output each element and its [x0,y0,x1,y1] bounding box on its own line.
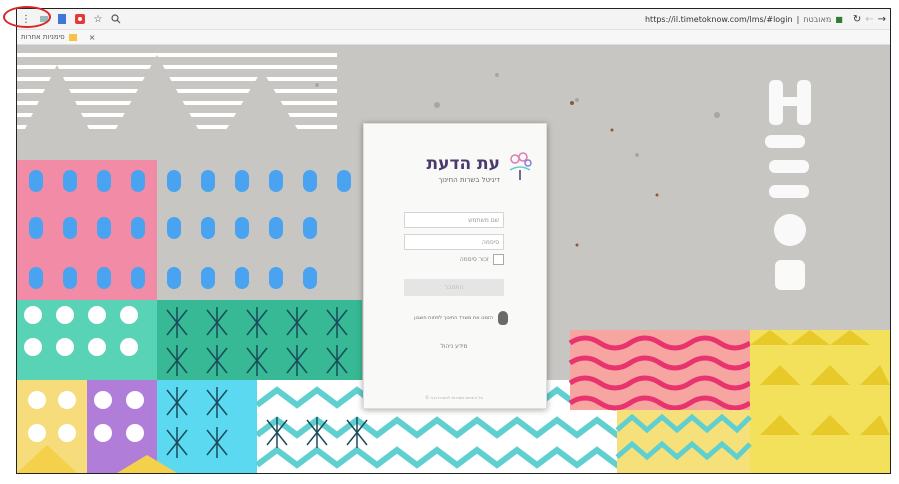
url-separator: | [796,14,800,24]
username-field[interactable]: שם משתמש [404,212,504,228]
remember-label: זכור סיסמה [459,255,489,263]
secure-label: מאובטח [803,14,832,24]
url-text[interactable]: https://il.timetoknow.com/lms/#login [645,15,793,24]
password-field[interactable]: סיסמה [404,234,504,250]
flower-logo-icon [509,152,532,180]
logo-subtitle: דיגיטל בשרות החינוך [438,176,500,184]
remember-row: זכור סיסמה [404,253,504,265]
remember-checkbox[interactable] [493,253,504,265]
owl-icon [498,311,508,325]
tab-close-icon[interactable]: × [89,33,96,42]
lock-icon: ■ [835,14,843,24]
login-button[interactable]: התחבר [404,279,504,296]
back-icon[interactable]: → [878,14,886,25]
support-link[interactable]: מידע ניהול [404,343,504,350]
forward-icon[interactable]: ← [865,14,873,25]
browser-window: ⋮ ☆ https://il.timetoknow.com/lms/#login… [16,8,891,474]
login-panel: עת הדעת דיגיטל בשרות החינוך שם משתמש סיס… [363,123,547,409]
reload-icon[interactable]: ↻ [853,14,861,25]
document-icon[interactable] [55,12,69,26]
bookmark-other[interactable]: סימניות אחרות [21,33,65,41]
annotation-circle [3,6,51,28]
browser-toolbar: ⋮ ☆ https://il.timetoknow.com/lms/#login… [17,9,890,30]
ministry-link-row[interactable]: הזמנו את משרד החינוך לפתוח חשבון [408,311,508,325]
address-bar[interactable]: https://il.timetoknow.com/lms/#login | מ… [645,14,890,25]
footer-text: © כל הזכויות שמורות לחברת ת.ה [425,395,483,400]
search-icon[interactable] [109,12,123,26]
bookmark-star-icon[interactable]: ☆ [91,12,105,26]
ministry-link-text[interactable]: הזמנו את משרד החינוך לפתוח חשבון [414,315,493,321]
page-content: עת הדעת דיגיטל בשרות החינוך שם משתמש סיס… [17,45,890,473]
folder-icon [68,33,77,41]
logo-title: עת הדעת [426,154,500,174]
bookmarks-bar: סימניות אחרות × [17,30,890,45]
record-icon[interactable] [73,12,87,26]
